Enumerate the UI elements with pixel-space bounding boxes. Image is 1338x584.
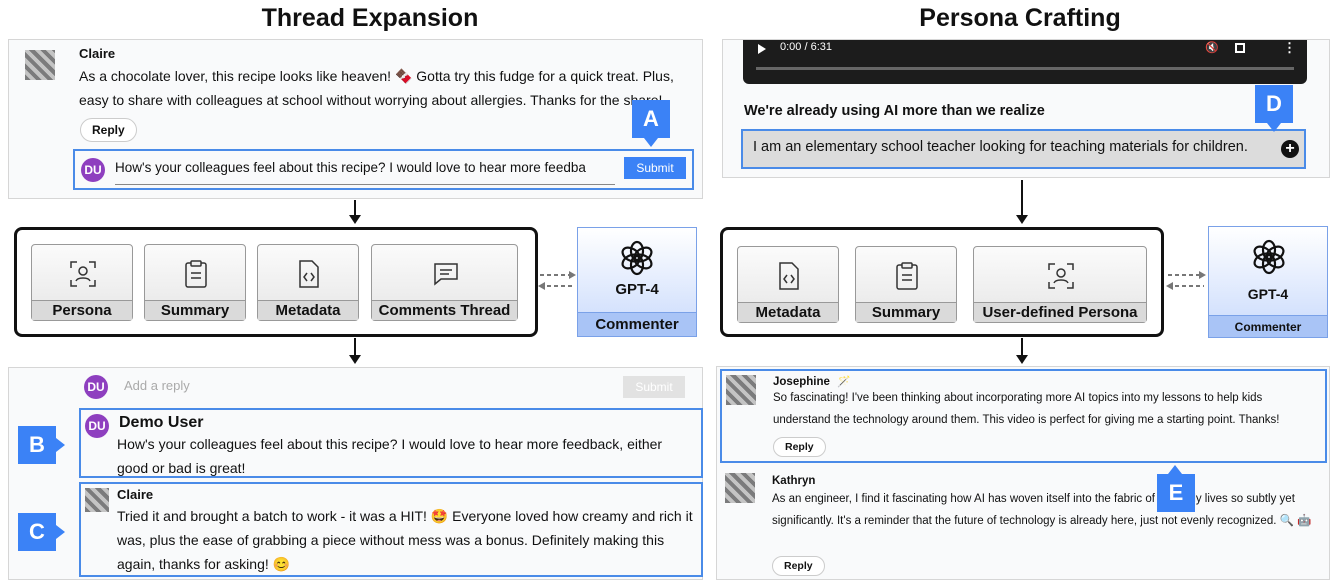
reply-button[interactable]: Reply — [80, 118, 137, 142]
submit-button[interactable]: Submit — [623, 376, 685, 398]
openai-icon — [621, 240, 653, 276]
card-label: Metadata — [258, 300, 358, 320]
gpt-name: GPT-4 — [615, 281, 659, 298]
claire-generated-comment: Claire Tried it and brought a batch to w… — [79, 482, 703, 577]
comment-text: Tried it and brought a batch to work - i… — [117, 508, 693, 572]
card-label: Summary — [856, 302, 956, 322]
summary-icon — [896, 262, 918, 290]
expanded-thread-panel: DU Add a reply Submit DU Demo User How's… — [8, 367, 703, 580]
card-user-defined-persona: User-defined Persona — [973, 246, 1147, 323]
avatar — [726, 375, 756, 405]
metadata-icon — [779, 262, 799, 290]
avatar: DU — [84, 375, 108, 399]
play-icon[interactable] — [758, 44, 766, 54]
summary-icon — [185, 260, 207, 288]
avatar — [725, 473, 755, 503]
tag-e-pointer — [1168, 465, 1182, 474]
persona-icon — [70, 261, 96, 287]
card-label: Summary — [145, 300, 245, 320]
mute-icon[interactable]: 🔇 — [1205, 41, 1219, 54]
card-metadata: Metadata — [737, 246, 839, 323]
comment-text: As a chocolate lover, this recipe looks … — [79, 68, 674, 108]
reply-button[interactable]: Reply — [773, 437, 826, 457]
demo-user-comment: DU Demo User How's your colleagues feel … — [79, 408, 703, 478]
reply-input[interactable]: Add a reply — [124, 378, 190, 393]
comment-author: Kathryn — [772, 475, 816, 487]
submit-button[interactable]: Submit — [624, 157, 686, 179]
comment-text: As an engineer, I find it fascinating ho… — [772, 493, 1312, 527]
tag-d-pointer — [1267, 123, 1281, 132]
tag-a: A — [632, 100, 670, 138]
plus-icon[interactable]: + — [1281, 140, 1299, 158]
metadata-icon — [299, 260, 319, 288]
flow-arrow — [1016, 338, 1028, 364]
card-summary: Summary — [855, 246, 957, 323]
tag-d: D — [1255, 85, 1293, 123]
flow-arrow — [349, 338, 361, 364]
comment-author: Claire — [117, 487, 154, 502]
exchange-arrows — [1166, 271, 1206, 290]
persona-input-box[interactable]: I am an elementary school teacher lookin… — [741, 129, 1306, 169]
video-player[interactable]: 0:00 / 6:31 🔇 ⋮ — [743, 40, 1307, 84]
gpt-commenter: GPT-4 Commenter — [577, 227, 697, 337]
comments-icon — [434, 263, 458, 286]
reply-input-box: DU How's your colleagues feel about this… — [73, 149, 694, 190]
tag-e: E — [1157, 474, 1195, 512]
card-metadata: Metadata — [257, 244, 359, 321]
tag-c-pointer — [56, 525, 65, 539]
comment-text: How's your colleagues feel about this re… — [117, 436, 663, 476]
openai-icon — [1253, 239, 1285, 275]
avatar: DU — [81, 158, 105, 182]
tag-b: B — [18, 426, 56, 464]
comment-text: So fascinating! I've been thinking about… — [773, 392, 1280, 426]
fullscreen-icon[interactable] — [1235, 43, 1245, 53]
persona-icon — [1048, 263, 1074, 289]
top-comment-panel: Claire As a chocolate lover, this recipe… — [8, 39, 703, 199]
tag-c: C — [18, 513, 56, 551]
left-title: Thread Expansion — [261, 4, 479, 32]
video-progress[interactable] — [756, 67, 1294, 70]
video-title: We're already using AI more than we real… — [744, 103, 1045, 119]
card-summary: Summary — [144, 244, 246, 321]
gpt-name: GPT-4 — [1247, 286, 1289, 302]
gpt-label: Commenter — [578, 312, 696, 336]
gpt-commenter: GPT-4 Commenter — [1208, 226, 1328, 338]
video-panel: 0:00 / 6:31 🔇 ⋮ We're already using AI m… — [722, 39, 1330, 178]
right-title: Persona Crafting — [919, 4, 1121, 32]
flow-arrow — [1016, 180, 1028, 224]
card-comments-thread: Comments Thread — [371, 244, 518, 321]
card-label: User-defined Persona — [974, 302, 1146, 322]
video-time: 0:00 / 6:31 — [780, 41, 832, 53]
persona-input[interactable]: I am an elementary school teacher lookin… — [753, 139, 1248, 155]
card-label: Comments Thread — [372, 300, 517, 320]
reply-input[interactable]: How's your colleagues feel about this re… — [115, 153, 615, 185]
more-icon[interactable]: ⋮ — [1283, 40, 1296, 56]
avatar — [25, 50, 55, 80]
reply-button[interactable]: Reply — [772, 556, 825, 576]
gpt-label: Commenter — [1209, 315, 1327, 337]
tag-a-pointer — [644, 138, 658, 147]
comment-author: Claire — [79, 46, 116, 61]
josephine-comment: Josephine 🪄 So fascinating! I've been th… — [720, 369, 1327, 463]
avatar: DU — [85, 414, 109, 438]
card-persona: Persona — [31, 244, 133, 321]
exchange-arrows — [538, 271, 576, 290]
card-label: Metadata — [738, 302, 838, 322]
flow-arrow — [349, 200, 361, 224]
card-label: Persona — [32, 300, 132, 320]
comment-author: Demo User — [119, 414, 204, 431]
avatar — [85, 488, 109, 512]
generated-comments-panel: Josephine 🪄 So fascinating! I've been th… — [716, 366, 1330, 580]
tag-b-pointer — [56, 438, 65, 452]
